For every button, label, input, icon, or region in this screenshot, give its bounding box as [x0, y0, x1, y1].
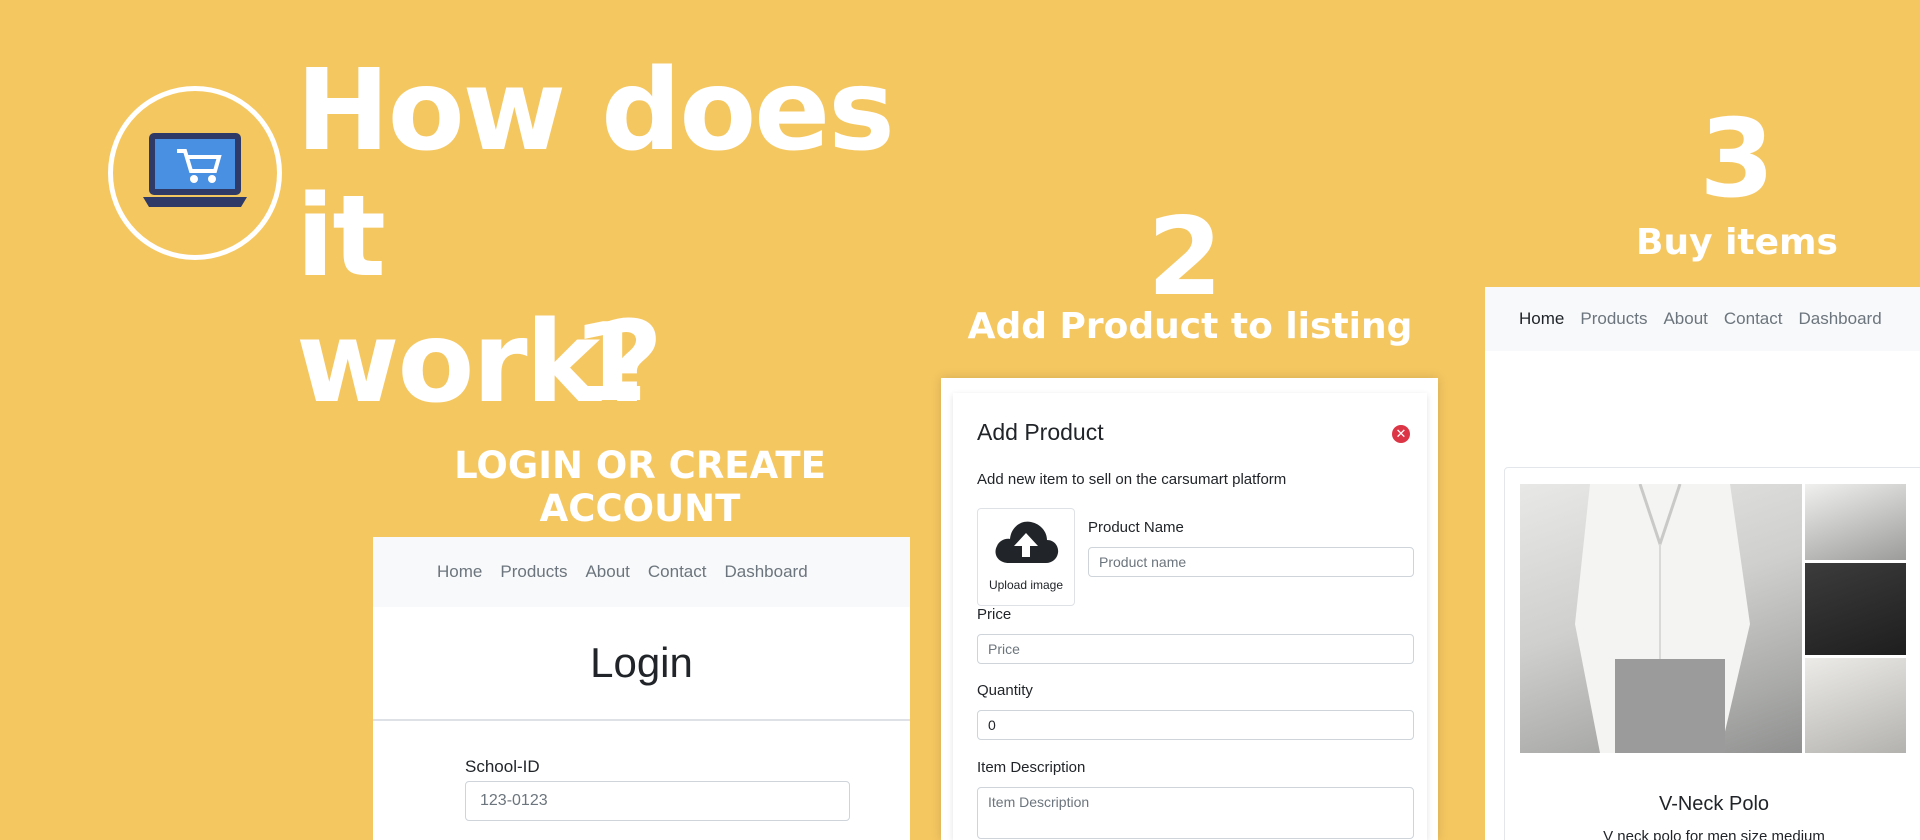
description-label: Item Description: [977, 759, 1086, 776]
product-thumb-2[interactable]: [1805, 563, 1906, 655]
nav-home[interactable]: Home: [1519, 309, 1564, 329]
nav-products[interactable]: Products: [1580, 309, 1647, 329]
logo: [108, 86, 282, 260]
nav-about[interactable]: About: [585, 562, 629, 582]
school-id-input[interactable]: 123-0123: [465, 781, 850, 821]
cloud-upload-icon: [995, 521, 1059, 563]
quantity-input[interactable]: 0: [977, 710, 1414, 740]
step-3-title: Buy items: [1636, 222, 1838, 263]
upload-image-label: Upload image: [988, 578, 1064, 592]
product-thumb-1[interactable]: [1805, 484, 1906, 560]
add-product-modal: Add Product ✕ Add new item to sell on th…: [953, 393, 1427, 840]
close-icon[interactable]: ✕: [1392, 425, 1410, 443]
product-name-input[interactable]: Product name: [1088, 547, 1414, 577]
description-textarea[interactable]: Item Description: [977, 787, 1414, 839]
nav-dashboard[interactable]: Dashboard: [1798, 309, 1881, 329]
product-thumb-3[interactable]: [1805, 658, 1906, 753]
upload-image-button[interactable]: Upload image: [977, 508, 1075, 606]
product-card[interactable]: V-Neck Polo V neck polo for men size med…: [1504, 467, 1920, 840]
laptop-cart-icon: [143, 133, 247, 207]
product-name-label: Product Name: [1088, 519, 1184, 536]
price-label: Price: [977, 606, 1012, 623]
quantity-label: Quantity: [977, 682, 1033, 699]
school-id-label: School-ID: [465, 757, 540, 776]
product-description: V neck polo for men size medium: [1603, 828, 1825, 840]
login-title: Login: [373, 607, 910, 721]
shirt-photo: [1575, 483, 1750, 753]
nav-dashboard[interactable]: Dashboard: [724, 562, 807, 582]
step-1-title: LOGIN OR CREATE ACCOUNT: [454, 444, 826, 530]
step-3-number: 3: [1699, 97, 1775, 222]
nav-contact[interactable]: Contact: [1724, 309, 1783, 329]
nav-contact[interactable]: Contact: [648, 562, 707, 582]
nav-home[interactable]: Home: [437, 562, 482, 582]
nav-about[interactable]: About: [1663, 309, 1707, 329]
shop-navbar: Home Products About Contact Dashboard: [1485, 287, 1920, 351]
login-panel: Home Products About Contact Dashboard Lo…: [373, 537, 910, 840]
product-image: [1520, 483, 1802, 753]
price-input[interactable]: Price: [977, 634, 1414, 664]
headline-line-1: How does it: [296, 46, 895, 302]
shop-panel: Home Products About Contact Dashboard V-…: [1485, 287, 1920, 840]
nav-products[interactable]: Products: [500, 562, 567, 582]
step-2-number: 2: [1147, 195, 1223, 320]
modal-subtitle: Add new item to sell on the carsumart pl…: [977, 471, 1287, 488]
login-navbar: Home Products About Contact Dashboard: [373, 537, 910, 607]
product-name: V-Neck Polo: [1658, 793, 1770, 815]
step-2-title: Add Product to listing: [967, 306, 1413, 347]
modal-title: Add Product: [977, 419, 1104, 445]
step-1-number: 1: [572, 301, 648, 426]
